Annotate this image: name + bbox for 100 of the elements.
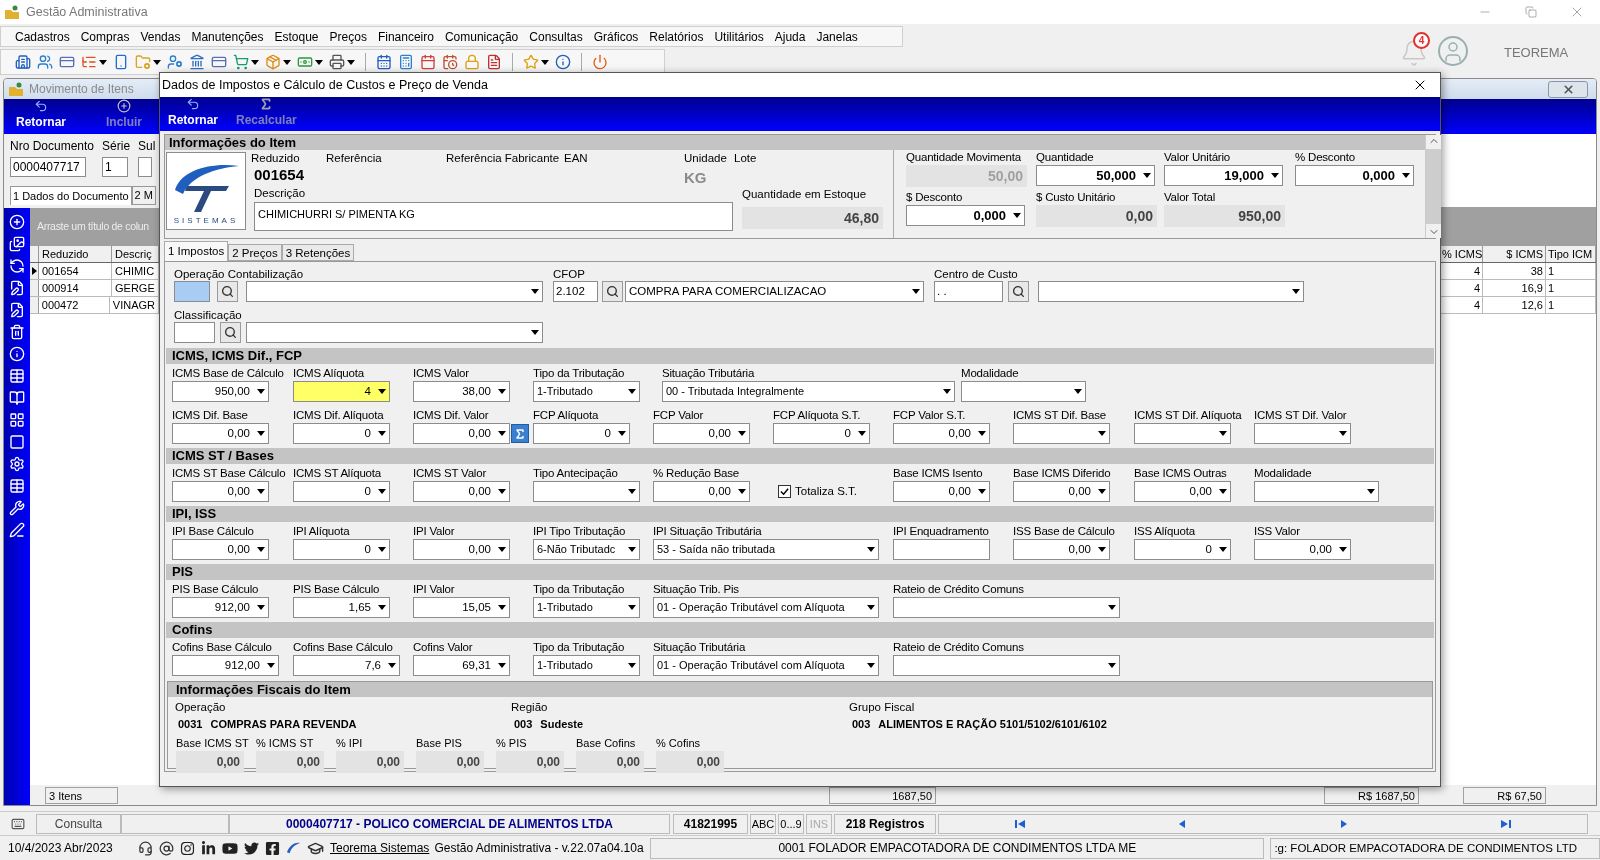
dropdown[interactable] <box>1254 481 1379 502</box>
settings-icon[interactable] <box>9 456 25 472</box>
dropdown[interactable]: 0,00 <box>893 481 990 502</box>
dropdown[interactable]: 38,00 <box>413 381 510 402</box>
dropdown[interactable]: 0,00 <box>413 423 510 444</box>
dropdown[interactable] <box>961 381 1086 402</box>
tab[interactable]: 2 M <box>131 186 156 205</box>
input-field[interactable] <box>174 322 215 343</box>
dropdown[interactable] <box>533 481 640 502</box>
power-icon[interactable] <box>592 54 608 70</box>
dropdown[interactable]: 1-Tributado <box>533 597 640 618</box>
dropdown[interactable]: 912,00 <box>172 655 279 676</box>
bank-icon[interactable] <box>189 54 205 70</box>
dropdown[interactable] <box>1134 423 1231 444</box>
tab[interactable]: 1 Impostos <box>164 241 229 261</box>
edit-icon[interactable] <box>9 280 25 296</box>
card-icon[interactable] <box>211 54 227 70</box>
menu-item[interactable]: Preços <box>329 27 367 46</box>
search-button[interactable] <box>602 281 623 302</box>
user-icon[interactable] <box>167 54 183 70</box>
dropdown[interactable] <box>1013 423 1110 444</box>
dropdown[interactable]: 0,00 <box>1013 539 1110 560</box>
dropdown[interactable]: 1-Tributado <box>533 655 640 676</box>
dropdown[interactable]: 0,00 <box>1013 481 1110 502</box>
table-icon[interactable] <box>9 368 25 384</box>
dropdown[interactable]: 1-Tributado <box>533 381 640 402</box>
tab[interactable]: 3 Retenções <box>281 244 355 261</box>
tab[interactable]: 2 Preços <box>228 244 282 261</box>
money-icon[interactable] <box>297 54 313 70</box>
phone-icon[interactable] <box>113 54 129 70</box>
input-field[interactable] <box>174 281 210 302</box>
linkedin-icon[interactable] <box>201 840 216 856</box>
column-header[interactable]: $ ICMS <box>1483 246 1546 262</box>
calendar-icon[interactable] <box>376 54 392 70</box>
list-icon[interactable] <box>81 54 97 70</box>
website-link[interactable]: Teorema Sistemas <box>330 839 430 857</box>
dropdown[interactable] <box>246 281 543 302</box>
calculator-icon[interactable] <box>398 54 414 70</box>
menu-item[interactable]: Utilitários <box>714 27 764 46</box>
dropdown[interactable]: 1,65 <box>293 597 390 618</box>
column-header[interactable]: Tipo ICM <box>1546 246 1596 262</box>
menu-item[interactable]: Gráficos <box>593 27 639 46</box>
dropdown[interactable]: 0 <box>533 423 630 444</box>
input-field[interactable]: . . <box>934 281 1003 302</box>
dropdown[interactable]: 0,00 <box>1134 481 1231 502</box>
support-icon[interactable] <box>138 840 153 856</box>
dropdown[interactable]: 4 <box>293 381 390 402</box>
pen-icon[interactable] <box>9 522 25 538</box>
menu-item[interactable]: Vendas <box>140 27 181 46</box>
dropdown[interactable]: 0,00 <box>413 481 510 502</box>
dropdown[interactable]: 0 <box>293 423 390 444</box>
dropdown[interactable]: 0,00 <box>1254 539 1351 560</box>
trash-icon[interactable] <box>9 324 25 340</box>
dropdown[interactable] <box>1254 423 1351 444</box>
menu-item[interactable]: Financeiro <box>377 27 434 46</box>
checkbox[interactable] <box>778 485 791 498</box>
toolbar-button[interactable]: Retornar <box>16 99 66 131</box>
dropdown[interactable]: 0 <box>293 539 390 560</box>
search-button[interactable] <box>217 281 238 302</box>
package-icon[interactable] <box>265 54 281 70</box>
dropdown[interactable]: 912,00 <box>172 597 269 618</box>
input-field[interactable] <box>138 157 153 177</box>
row-indicator[interactable] <box>30 263 39 279</box>
dropdown[interactable]: 53 - Saída não tributada <box>653 539 879 560</box>
menu-item[interactable]: Relatórios <box>649 27 704 46</box>
info-icon[interactable] <box>555 54 571 70</box>
dropdown[interactable]: 7,6 <box>293 655 400 676</box>
search-button[interactable] <box>1008 281 1029 302</box>
dropdown[interactable]: 19,000 <box>1164 165 1283 186</box>
dropdown[interactable]: 0,00 <box>172 481 269 502</box>
people-icon[interactable] <box>37 54 53 70</box>
menu-item[interactable]: Estoque <box>274 27 319 46</box>
wrench-icon[interactable] <box>9 500 25 516</box>
dropdown[interactable]: 0,000 <box>906 205 1025 226</box>
edit-icon[interactable] <box>9 302 25 318</box>
dropdown[interactable]: 01 - Operação Tributável com Alíquota <box>653 655 879 676</box>
youtube-icon[interactable] <box>222 840 238 856</box>
menu-item[interactable]: Manutenções <box>191 27 264 46</box>
dropdown[interactable]: 15,05 <box>413 597 510 618</box>
dropdown[interactable]: 0,00 <box>172 539 269 560</box>
report-icon[interactable] <box>486 54 502 70</box>
input-field[interactable]: 0000407717 <box>10 157 86 177</box>
dropdown[interactable]: 01 - Operação Tributável com Alíquota <box>653 597 879 618</box>
dropdown[interactable]: 0,00 <box>653 481 750 502</box>
dropdown[interactable] <box>893 597 1120 618</box>
table-icon[interactable] <box>9 478 25 494</box>
swoosh-icon[interactable] <box>286 840 301 856</box>
calendar-icon[interactable] <box>442 54 458 70</box>
facebook-icon[interactable] <box>265 840 280 856</box>
column-header[interactable]: Reduzido <box>39 246 112 262</box>
cart-icon[interactable] <box>233 54 249 70</box>
calculate-button[interactable] <box>511 424 529 443</box>
dropdown[interactable]: 69,31 <box>413 655 510 676</box>
dropdown[interactable]: 0,00 <box>653 423 750 444</box>
refresh-icon[interactable] <box>9 258 25 274</box>
dropdown[interactable]: 0,00 <box>893 423 990 444</box>
dropdown[interactable] <box>246 322 543 343</box>
tab[interactable]: 1 Dados do Documento <box>10 186 132 205</box>
dropdown[interactable]: 0 <box>1134 539 1231 560</box>
dropdown[interactable]: 50,000 <box>1036 165 1155 186</box>
